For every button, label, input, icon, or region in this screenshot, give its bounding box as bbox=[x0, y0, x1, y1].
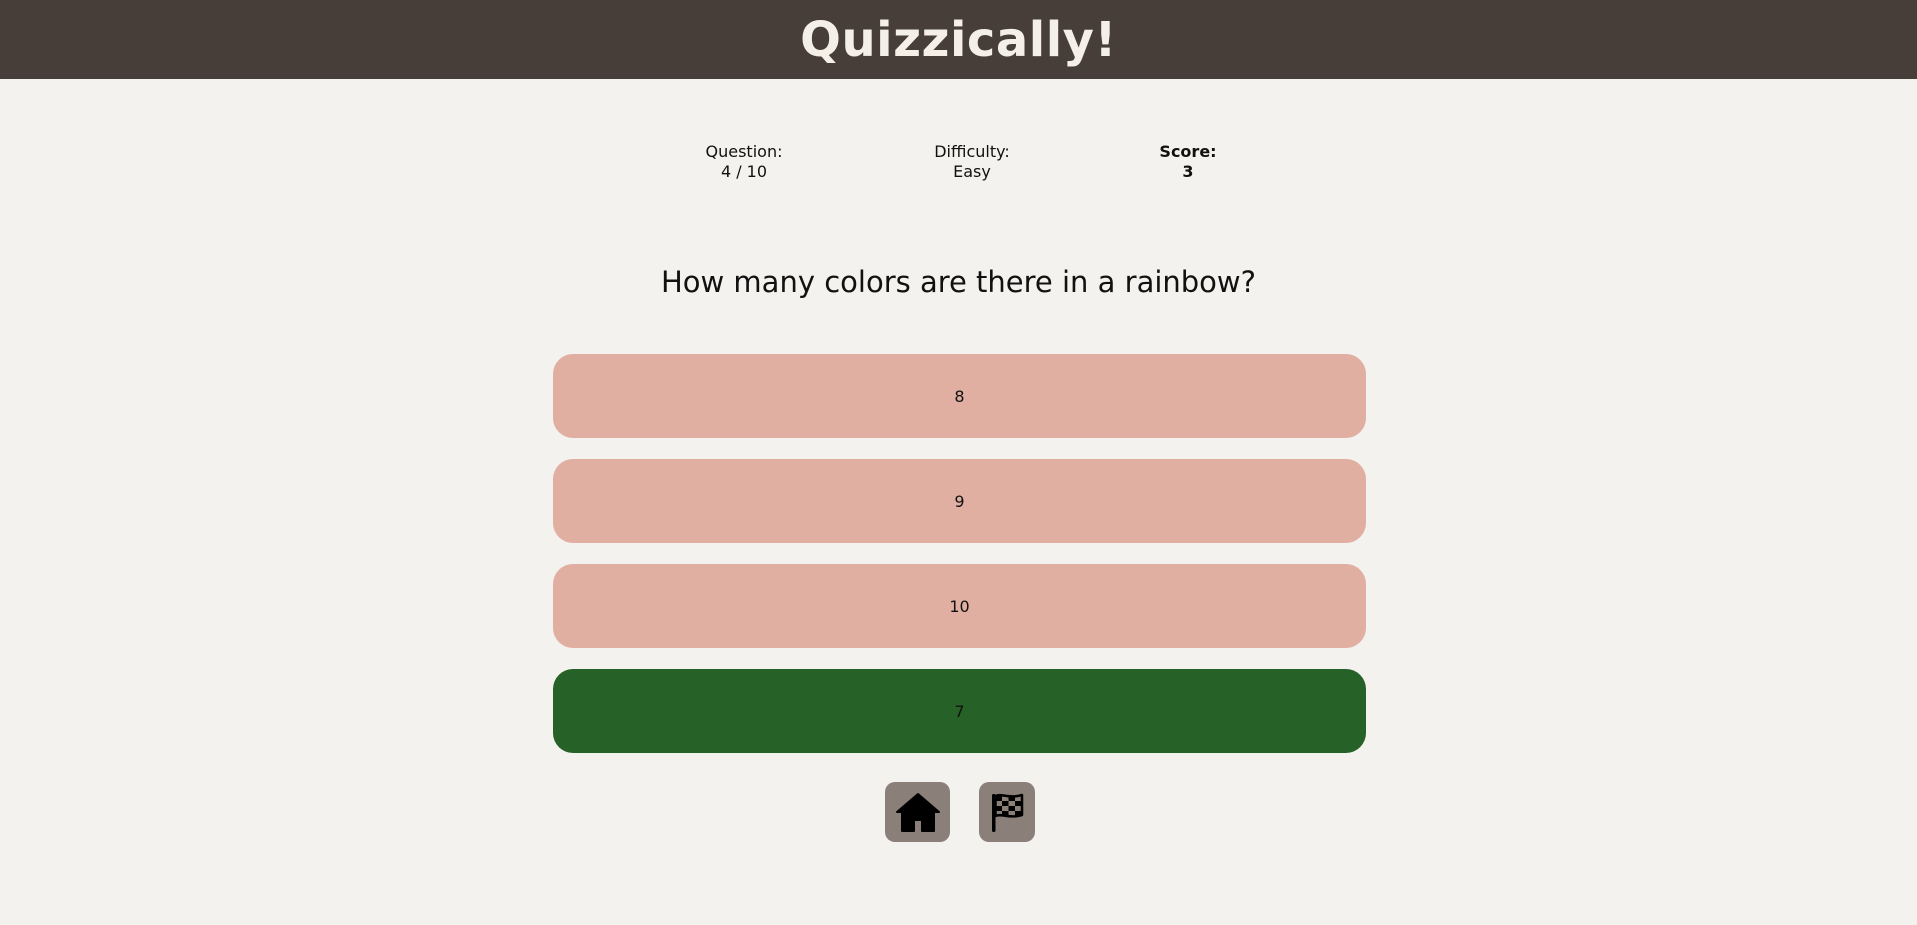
answer-list: 8 9 10 7 bbox=[553, 354, 1366, 774]
home-icon bbox=[895, 793, 940, 832]
question-counter-value: 4 / 10 bbox=[720, 162, 768, 181]
question-text: How many colors are there in a rainbow? bbox=[660, 265, 1257, 299]
answer-option[interactable]: 9 bbox=[553, 459, 1366, 543]
app-title: Quizzically! bbox=[800, 11, 1117, 68]
answer-option-label: 8 bbox=[954, 386, 965, 406]
home-button[interactable] bbox=[885, 782, 950, 842]
answer-option-label: 7 bbox=[954, 701, 965, 721]
answer-option[interactable]: 8 bbox=[553, 354, 1366, 438]
answer-option-label: 9 bbox=[954, 491, 965, 511]
answer-option[interactable]: 10 bbox=[553, 564, 1366, 648]
score-indicator: Score: 3 bbox=[1108, 142, 1268, 182]
difficulty-indicator: Difficulty: Easy bbox=[892, 142, 1052, 182]
score-value: 3 bbox=[1182, 162, 1194, 181]
finish-button[interactable] bbox=[979, 782, 1035, 842]
question-counter: Question: 4 / 10 bbox=[664, 142, 824, 182]
difficulty-value: Easy bbox=[953, 162, 991, 181]
score-label: Score: bbox=[1159, 142, 1217, 161]
answer-option-correct[interactable]: 7 bbox=[553, 669, 1366, 753]
difficulty-label: Difficulty: bbox=[934, 142, 1010, 161]
answer-option-label: 10 bbox=[949, 596, 970, 616]
question-counter-label: Question: bbox=[705, 142, 783, 161]
checkered-flag-icon bbox=[992, 793, 1024, 832]
app-header: Quizzically! bbox=[0, 0, 1917, 79]
